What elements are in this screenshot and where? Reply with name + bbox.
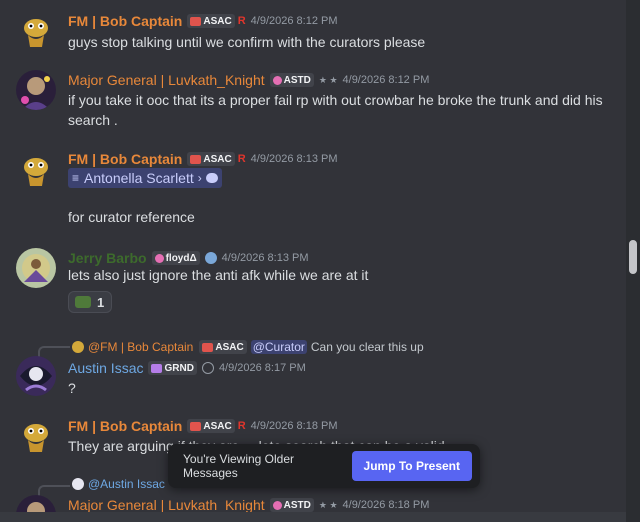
- role-icon[interactable]: [204, 252, 217, 264]
- message-item: Major General | Luvkath_Knight ASTD ★ ★ …: [0, 62, 626, 142]
- message-text: ?: [68, 380, 76, 396]
- role-badge-label: R: [237, 420, 246, 432]
- scrollbar[interactable]: [626, 0, 640, 522]
- timestamp[interactable]: 4/9/2026 8:12 PM: [251, 15, 338, 27]
- message-text: if you take it ooc that its a proper fai…: [68, 92, 603, 128]
- server-tag[interactable]: floydΔ: [151, 251, 200, 265]
- timestamp[interactable]: 4/9/2026 8:17 PM: [219, 362, 306, 374]
- server-tag[interactable]: ASAC: [187, 419, 235, 433]
- tag-label: ASTD: [283, 499, 311, 511]
- server-tag[interactable]: ASTD: [269, 498, 314, 512]
- mention-label: Antonella Scarlett: [84, 170, 194, 186]
- message-item: FM | Bob Captain ASAC R 4/9/2026 8:13 PM…: [0, 145, 626, 235]
- jump-to-present-button[interactable]: Jump To Present: [351, 451, 472, 481]
- avatar[interactable]: [16, 150, 56, 190]
- tag-label: ASTD: [283, 74, 311, 86]
- reaction-count: 1: [97, 294, 105, 310]
- role-badge-label: R: [237, 15, 246, 27]
- emoji-icon: [75, 296, 91, 308]
- reply-spine: [38, 346, 70, 358]
- author-name[interactable]: FM | Bob Captain: [68, 418, 182, 434]
- avatar[interactable]: [16, 11, 56, 51]
- channel-mention[interactable]: ≡ Antonella Scarlett ›: [68, 168, 222, 188]
- avatar[interactable]: [16, 248, 56, 288]
- tag-icon: [190, 154, 202, 164]
- chevron-right-icon: ›: [197, 171, 202, 185]
- server-tag[interactable]: ASAC: [187, 152, 235, 166]
- tag-icon: [272, 75, 282, 85]
- timestamp[interactable]: 4/9/2026 8:12 PM: [343, 74, 430, 86]
- banner-text: You're Viewing Older Messages: [183, 452, 295, 480]
- timestamp[interactable]: 4/9/2026 8:13 PM: [222, 252, 309, 264]
- author-name[interactable]: Austin Issac: [68, 360, 143, 376]
- avatar[interactable]: [16, 356, 56, 396]
- tag-icon: [151, 363, 163, 373]
- server-tag[interactable]: ASTD: [269, 73, 314, 87]
- role-badge-label: R: [237, 153, 246, 165]
- reply-text: Can you clear this up: [310, 340, 424, 354]
- timestamp[interactable]: 4/9/2026 8:13 PM: [251, 153, 338, 165]
- chat-bubble-icon: [205, 173, 218, 183]
- tag-icon: [272, 500, 282, 510]
- tag-label: ASAC: [203, 153, 232, 165]
- message-item: @FM | Bob Captain ASAC @Curator Can you …: [0, 336, 626, 406]
- tag-icon: [154, 253, 164, 263]
- role-mention: @Curator: [250, 340, 307, 354]
- message-text: for curator reference: [68, 209, 195, 225]
- reply-author: @Austin Issac: [88, 477, 165, 491]
- older-messages-banner: You're Viewing Older Messages Jump To Pr…: [168, 444, 480, 488]
- composer-edge: [0, 512, 626, 522]
- reaction-button[interactable]: 1: [68, 291, 112, 313]
- role-badge[interactable]: R: [238, 420, 246, 432]
- star-badges: ★ ★: [318, 74, 338, 85]
- tag-label: ASAC: [203, 15, 232, 27]
- reply-preview[interactable]: @FM | Bob Captain ASAC @Curator Can you …: [72, 340, 424, 354]
- scrollbar-thumb[interactable]: [629, 240, 637, 274]
- message-item: Jerry Barbo floydΔ 4/9/2026 8:13 PM lets…: [0, 243, 626, 318]
- author-name[interactable]: Jerry Barbo: [68, 250, 147, 266]
- message-text: guys stop talking until we confirm with …: [68, 34, 426, 50]
- server-tag[interactable]: GRND: [148, 361, 197, 375]
- message-text: lets also just ignore the anti afk while…: [68, 267, 369, 283]
- timestamp[interactable]: 4/9/2026 8:18 PM: [343, 499, 430, 511]
- star-badges: ★ ★: [318, 499, 338, 510]
- reply-author: @FM | Bob Captain: [88, 340, 194, 354]
- tag-label: ASAC: [215, 341, 244, 353]
- message-item: FM | Bob Captain ASAC R 4/9/2026 8:12 PM…: [0, 0, 626, 60]
- reply-avatar-icon: [72, 341, 84, 353]
- tag-icon: [202, 342, 214, 352]
- author-name[interactable]: FM | Bob Captain: [68, 151, 182, 167]
- role-badge[interactable]: R: [238, 15, 246, 27]
- reply-avatar-icon: [72, 478, 84, 490]
- avatar[interactable]: [16, 416, 56, 456]
- tag-label: ASAC: [203, 420, 232, 432]
- tag-icon: [190, 421, 202, 431]
- tag-icon: [190, 16, 202, 26]
- author-name[interactable]: Major General | Luvkath_Knight: [68, 497, 265, 513]
- thread-icon: ≡: [72, 171, 80, 185]
- server-tag[interactable]: ASAC: [187, 14, 235, 28]
- author-name[interactable]: FM | Bob Captain: [68, 13, 182, 29]
- role-icon[interactable]: [201, 362, 214, 374]
- avatar[interactable]: [16, 70, 56, 110]
- timestamp[interactable]: 4/9/2026 8:18 PM: [251, 420, 338, 432]
- reply-preview[interactable]: @Austin Issac: [72, 477, 165, 491]
- reply-spine: [38, 485, 70, 497]
- author-name[interactable]: Major General | Luvkath_Knight: [68, 72, 265, 88]
- tag-label: floydΔ: [165, 252, 197, 264]
- tag-label: GRND: [164, 362, 194, 374]
- role-badge[interactable]: R: [238, 153, 246, 165]
- reply-tag: ASAC: [199, 340, 247, 354]
